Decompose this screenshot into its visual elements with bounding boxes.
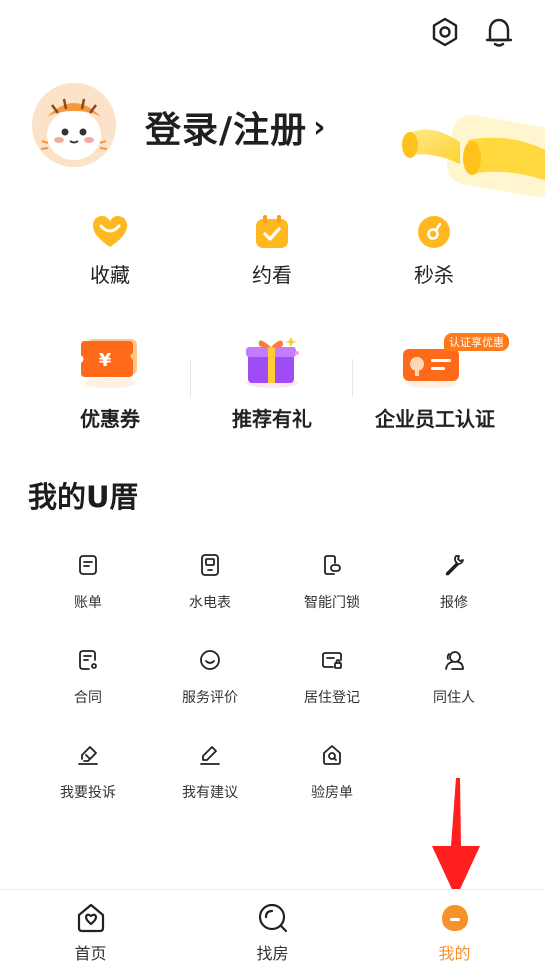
bill-button[interactable]: 账单: [28, 552, 148, 612]
section-title: 我的U厝: [28, 480, 139, 514]
referral-gift-label: 推荐有礼: [232, 407, 312, 431]
contract-icon: [79, 650, 97, 670]
tab-find-house[interactable]: 找房: [182, 902, 363, 964]
chevron-right-icon: ›: [313, 109, 327, 145]
suggestion-label: 我有建议: [182, 785, 238, 801]
inspection-form-button[interactable]: 验房单: [272, 742, 392, 802]
home-icon: [77, 903, 104, 933]
certification-discount-badge: 认证享优惠: [444, 333, 509, 351]
service-rating-label: 服务评价: [182, 690, 238, 706]
tab-mine-label: 我的: [438, 944, 471, 963]
suggestion-pencil-icon: [200, 746, 220, 765]
profile-face-icon: [441, 905, 468, 931]
calendar-check-icon: [256, 215, 288, 248]
tab-mine[interactable]: 我的: [364, 902, 545, 964]
viewing-appointment-button[interactable]: 约看: [217, 213, 327, 288]
complaint-label: 我要投诉: [60, 785, 116, 801]
tab-home-label: 首页: [74, 944, 107, 963]
search-house-icon: [258, 903, 287, 933]
employee-certification-label: 企业员工认证: [375, 407, 495, 431]
service-rating-button[interactable]: 服务评价: [150, 647, 270, 707]
viewing-appointment-label: 约看: [252, 263, 292, 287]
tab-home[interactable]: 首页: [0, 902, 181, 964]
inspection-form-label: 验房单: [311, 785, 353, 801]
login-register-link[interactable]: 登录/注册 ›: [145, 101, 327, 153]
tab-find-house-label: 找房: [256, 944, 289, 963]
login-register-label: 登录/注册: [145, 110, 308, 151]
divider: [352, 359, 353, 397]
divider: [190, 359, 191, 397]
suggestion-button[interactable]: 我有建议: [150, 742, 270, 802]
heart-icon: [93, 216, 127, 247]
tab-bar: 首页 找房 我的: [0, 889, 545, 971]
residence-registration-button[interactable]: 居住登记: [272, 647, 392, 707]
notifications-button[interactable]: [482, 15, 516, 49]
complaint-icon: [78, 746, 98, 765]
referral-gift-button[interactable]: 推荐有礼: [192, 333, 352, 432]
smart-lock-button[interactable]: 智能门锁: [272, 552, 392, 612]
residence-registration-label: 居住登记: [304, 690, 360, 706]
complaint-button[interactable]: 我要投诉: [28, 742, 148, 802]
meter-label: 水电表: [189, 595, 231, 611]
smart-lock-label: 智能门锁: [304, 595, 360, 611]
avatar[interactable]: [32, 83, 116, 167]
favorites-label: 收藏: [90, 263, 130, 287]
scroll-decoration-icon: [402, 114, 545, 197]
contract-button[interactable]: 合同: [28, 647, 148, 707]
coupons-label: 优惠券: [80, 407, 140, 431]
meter-button[interactable]: 水电表: [150, 552, 270, 612]
contract-label: 合同: [74, 690, 102, 706]
annotation-arrow-icon: [432, 778, 480, 898]
flash-sale-button[interactable]: 秒杀: [379, 213, 489, 288]
coupons-button[interactable]: ¥ 优惠券: [30, 333, 190, 432]
tiger-avatar-icon: [32, 83, 116, 167]
repair-label: 报修: [440, 595, 468, 611]
gift-icon: [246, 337, 299, 388]
flash-sale-icon: [418, 216, 450, 248]
bell-icon: [485, 18, 513, 47]
smart-lock-icon: [324, 555, 341, 575]
inspection-house-icon: [323, 745, 341, 765]
bill-label: 账单: [74, 595, 102, 611]
settings-button[interactable]: [428, 15, 462, 49]
meter-icon: [201, 554, 219, 576]
gear-icon: [432, 17, 458, 47]
coupon-badge: ¥: [99, 350, 112, 371]
co-resident-label: 同住人: [433, 690, 475, 706]
smile-icon: [200, 650, 220, 670]
residence-card-icon: [322, 652, 342, 669]
wrench-icon: [445, 555, 464, 576]
bill-icon: [79, 555, 97, 575]
coupon-icon: ¥: [81, 339, 137, 388]
favorites-button[interactable]: 收藏: [55, 213, 165, 288]
flash-sale-label: 秒杀: [414, 263, 454, 287]
repair-button[interactable]: 报修: [394, 552, 514, 612]
employee-certification-button[interactable]: 认证享优惠 企业员工认证: [355, 333, 515, 432]
co-resident-icon: [445, 651, 464, 670]
co-resident-button[interactable]: 同住人: [394, 647, 514, 707]
